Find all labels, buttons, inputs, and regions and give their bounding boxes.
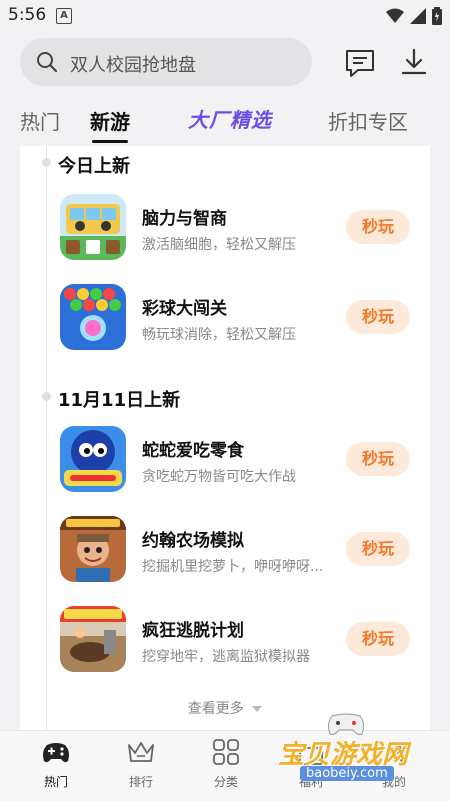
game-name: 疯狂逃脱计划 bbox=[142, 621, 244, 641]
site-watermark: 宝贝游戏网 baobeiy.com bbox=[270, 712, 440, 792]
new-games-list: 今日上新 脑力与智商 激活脑细胞，轻松又解压 秒玩 彩球大闯关 畅玩球消除，轻松… bbox=[20, 146, 430, 730]
tab-new-games[interactable]: 新游 bbox=[90, 106, 130, 135]
game-name: 脑力与智商 bbox=[142, 209, 227, 229]
search-input[interactable]: 双人校园抢地盘 bbox=[70, 51, 196, 77]
tab-overflow-fade bbox=[436, 108, 450, 138]
nav-label: 分类 bbox=[213, 775, 238, 789]
see-more-label: 查看更多 bbox=[187, 701, 244, 717]
nav-ranking[interactable]: 排行 bbox=[111, 739, 171, 790]
section-title-nov11: 11月11日上新 bbox=[58, 390, 181, 411]
gamepad-icon bbox=[43, 743, 69, 763]
instant-play-button[interactable]: 秒玩 bbox=[346, 532, 410, 566]
game-desc: 贪吃蛇万物皆可吃大作战 bbox=[142, 469, 296, 485]
notification-icon: A bbox=[56, 8, 72, 24]
crown-icon bbox=[128, 742, 154, 762]
game-name: 约翰农场模拟 bbox=[142, 531, 244, 551]
game-desc: 激活脑细胞，轻松又解压 bbox=[142, 237, 296, 253]
watermark-url: baobeiy.com bbox=[300, 766, 394, 781]
game-icon-farm bbox=[60, 516, 126, 582]
game-icon-prison bbox=[60, 606, 126, 672]
gamepad-logo-icon bbox=[327, 713, 365, 735]
category-tabs: 热门 新游 大厂精选 折扣专区 bbox=[0, 100, 450, 146]
game-name: 彩球大闯关 bbox=[142, 299, 227, 319]
timeline-line bbox=[46, 146, 47, 730]
status-bar: 5:56 A bbox=[0, 0, 450, 30]
game-desc: 畅玩球消除，轻松又解压 bbox=[142, 327, 296, 343]
tab-featured[interactable]: 大厂精选 bbox=[188, 104, 272, 133]
game-icon-snake bbox=[60, 426, 126, 492]
game-desc: 挖掘机里挖萝卜，咿呀咿呀... bbox=[142, 559, 324, 575]
game-icon-brain bbox=[60, 194, 126, 260]
tab-discount[interactable]: 折扣专区 bbox=[328, 106, 408, 135]
wifi-icon bbox=[386, 8, 404, 23]
nav-label: 排行 bbox=[128, 775, 153, 789]
section-title-today: 今日上新 bbox=[58, 156, 130, 177]
game-desc: 挖穿地牢，逃离监狱模拟器 bbox=[142, 649, 310, 665]
list-item[interactable]: 彩球大闯关 畅玩球消除，轻松又解压 秒玩 bbox=[60, 284, 420, 358]
nav-category[interactable]: 分类 bbox=[196, 739, 256, 790]
nav-hot[interactable]: 热门 bbox=[26, 739, 86, 790]
instant-play-button[interactable]: 秒玩 bbox=[346, 442, 410, 476]
status-icons bbox=[386, 7, 442, 25]
active-tab-indicator bbox=[92, 140, 128, 143]
game-icon-ball bbox=[60, 284, 126, 350]
grid-icon bbox=[213, 739, 239, 765]
list-item[interactable]: 疯狂逃脱计划 挖穿地牢，逃离监狱模拟器 秒玩 bbox=[60, 606, 420, 680]
list-item[interactable]: 脑力与智商 激活脑细胞，轻松又解压 秒玩 bbox=[60, 194, 420, 268]
battery-icon bbox=[432, 7, 442, 25]
search-bar[interactable]: 双人校园抢地盘 bbox=[20, 38, 312, 86]
instant-play-button[interactable]: 秒玩 bbox=[346, 300, 410, 334]
list-item[interactable]: 蛇蛇爱吃零食 贪吃蛇万物皆可吃大作战 秒玩 bbox=[60, 426, 420, 500]
chevron-down-icon bbox=[252, 706, 263, 712]
tab-hot[interactable]: 热门 bbox=[20, 106, 60, 135]
list-item[interactable]: 约翰农场模拟 挖掘机里挖萝卜，咿呀咿呀... 秒玩 bbox=[60, 516, 420, 590]
timeline-dot bbox=[42, 158, 51, 167]
download-icon[interactable] bbox=[398, 46, 430, 78]
instant-play-button[interactable]: 秒玩 bbox=[346, 210, 410, 244]
status-time: 5:56 bbox=[8, 5, 47, 25]
game-name: 蛇蛇爱吃零食 bbox=[142, 441, 244, 461]
cell-signal-icon bbox=[410, 8, 426, 24]
nav-label: 热门 bbox=[43, 775, 68, 789]
message-icon[interactable] bbox=[344, 48, 376, 78]
timeline-dot bbox=[42, 392, 51, 401]
search-icon bbox=[37, 52, 58, 73]
instant-play-button[interactable]: 秒玩 bbox=[346, 622, 410, 656]
